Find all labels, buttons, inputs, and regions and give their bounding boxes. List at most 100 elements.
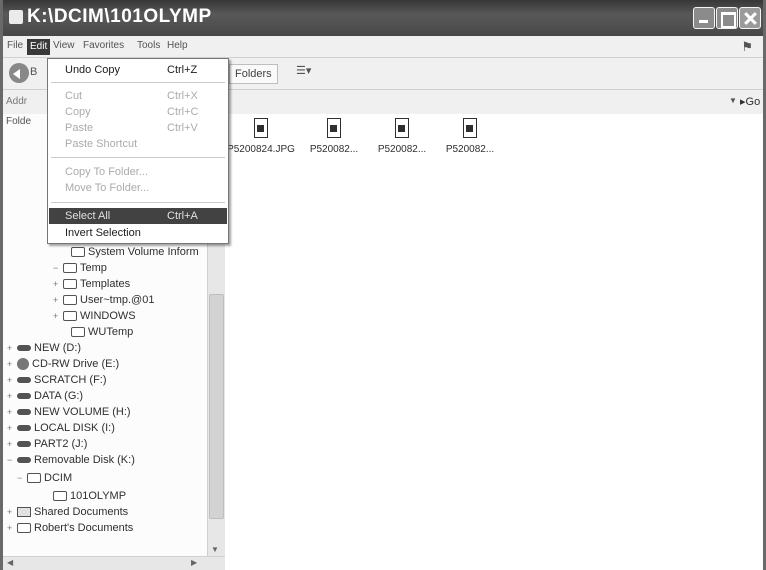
menu-help[interactable]: Help	[167, 40, 188, 51]
menu-item-cut[interactable]: Cut Ctrl+X	[49, 88, 227, 104]
views-button[interactable]: ☰▾	[296, 64, 330, 84]
tree-item[interactable]: + User~tmp.@01	[53, 294, 154, 310]
menu-tools[interactable]: Tools	[137, 40, 160, 51]
folder-icon	[53, 491, 67, 502]
scrollbar-thumb[interactable]	[209, 294, 224, 519]
back-button-label[interactable]: B	[30, 66, 37, 78]
folder-icon	[27, 473, 41, 484]
tree-expander-icon[interactable]: +	[7, 439, 17, 449]
file-name: P520082...	[445, 144, 495, 155]
tree-item-label: CD-RW Drive (E:)	[32, 358, 120, 370]
tree-item-label: SCRATCH (F:)	[34, 374, 107, 386]
tree-item[interactable]: + DATA (G:)	[7, 390, 83, 406]
file-item[interactable]: P5200824.JPG	[226, 118, 296, 156]
windows-flag-icon: ⚑	[741, 39, 753, 54]
tree-expander-icon[interactable]: +	[53, 279, 63, 289]
file-name: P520082...	[309, 144, 359, 155]
tree-item[interactable]: System Volume Inform	[61, 246, 199, 262]
tree-item[interactable]: + CD-RW Drive (E:)	[7, 358, 119, 374]
tree-item[interactable]: + NEW VOLUME (H:)	[7, 406, 131, 422]
window-title: K:\DCIM\101OLYMP	[27, 6, 212, 27]
menu-item-select-all[interactable]: Select All Ctrl+A	[49, 208, 227, 224]
back-arrow-icon[interactable]	[9, 63, 29, 83]
tree-item-label: Removable Disk (K:)	[34, 454, 135, 466]
tree-item[interactable]: + WINDOWS	[53, 310, 136, 326]
tree-expander-icon[interactable]: +	[7, 407, 17, 417]
tree-expander-icon[interactable]: +	[7, 359, 17, 369]
tree-item-label: NEW (D:)	[34, 342, 82, 354]
menu-item-label: Copy	[65, 106, 91, 118]
menu-item-copy-to-folder[interactable]: Copy To Folder...	[49, 164, 227, 180]
menu-favorites[interactable]: Favorites	[83, 40, 124, 51]
tree-item[interactable]: + Robert's Documents	[7, 522, 133, 538]
tree-expander-icon[interactable]: −	[53, 263, 63, 273]
tree-expander-icon[interactable]: +	[7, 523, 17, 533]
tree-item[interactable]: + Templates	[53, 278, 130, 294]
file-item[interactable]: P520082...	[367, 118, 437, 156]
folder-icon	[63, 263, 77, 274]
menu-edit[interactable]: Edit	[27, 39, 51, 55]
tree-expander-icon[interactable]: +	[7, 507, 17, 517]
tree-item[interactable]: + PART2 (J:)	[7, 438, 87, 454]
close-button[interactable]	[739, 7, 761, 29]
tree-item-label: Shared Documents	[34, 506, 129, 518]
folder-icon	[71, 327, 85, 338]
scroll-left-arrow-icon[interactable]: ◀	[7, 558, 13, 567]
tree-item[interactable]: + Shared Documents	[7, 506, 128, 522]
tree-item[interactable]: − Temp	[53, 262, 107, 278]
tree-item[interactable]: − DCIM	[17, 472, 72, 488]
edit-menu-dropdown: Undo Copy Ctrl+Z Cut Ctrl+X Copy Ctrl+C …	[47, 58, 229, 244]
scroll-right-arrow-icon[interactable]: ▶	[191, 558, 197, 567]
tree-expander-icon[interactable]: +	[53, 311, 63, 321]
drive-icon	[17, 441, 31, 448]
scroll-down-arrow-icon[interactable]: ▼	[211, 545, 219, 554]
title-bar[interactable]: K:\DCIM\101OLYMP	[3, 0, 763, 36]
drive-icon	[17, 409, 31, 416]
menu-item-undo-copy[interactable]: Undo Copy Ctrl+Z	[49, 62, 227, 78]
tree-item[interactable]: + SCRATCH (F:)	[7, 374, 107, 390]
menu-file[interactable]: File	[7, 40, 23, 51]
tree-expander-icon[interactable]: +	[7, 343, 17, 353]
tree-item-label: DATA (G:)	[34, 390, 84, 402]
tree-item[interactable]: − Removable Disk (K:)	[7, 454, 135, 470]
image-file-icon	[254, 118, 268, 138]
drive-icon	[17, 345, 31, 352]
menu-bar: File Edit View Favorites Tools Help ⚑	[3, 36, 763, 58]
menu-item-label: Paste Shortcut	[65, 138, 138, 150]
menu-item-shortcut: Ctrl+C	[167, 106, 199, 118]
image-file-icon	[327, 118, 341, 138]
horizontal-scrollbar[interactable]: ◀ ▶	[3, 556, 225, 570]
menu-item-paste-shortcut[interactable]: Paste Shortcut	[49, 136, 227, 152]
drive-icon	[17, 425, 31, 432]
tree-item[interactable]: WUTemp	[61, 326, 133, 342]
tree-expander-icon[interactable]: +	[53, 295, 63, 305]
menu-item-invert-selection[interactable]: Invert Selection	[49, 225, 227, 241]
tree-item[interactable]: + LOCAL DISK (I:)	[7, 422, 115, 438]
menu-item-paste[interactable]: Paste Ctrl+V	[49, 120, 227, 136]
go-button[interactable]: ▸Go	[740, 95, 760, 108]
file-item[interactable]: P520082...	[299, 118, 369, 156]
menu-item-copy[interactable]: Copy Ctrl+C	[49, 104, 227, 120]
address-label: Addr	[6, 96, 28, 107]
minimize-button[interactable]	[693, 7, 715, 29]
tree-expander-icon[interactable]: −	[17, 473, 27, 483]
tree-expander-icon[interactable]: +	[7, 375, 17, 385]
tree-item-label: LOCAL DISK (I:)	[34, 422, 115, 434]
maximize-button[interactable]	[716, 7, 738, 29]
menu-item-shortcut: Ctrl+V	[167, 122, 198, 134]
folders-pane-label: Folde	[6, 116, 32, 127]
tree-item[interactable]: + NEW (D:)	[7, 342, 81, 358]
tree-item-label: Robert's Documents	[34, 522, 134, 534]
menu-item-move-to-folder[interactable]: Move To Folder...	[49, 180, 227, 196]
menu-item-label: Cut	[65, 90, 83, 102]
tree-expander-icon[interactable]: +	[7, 423, 17, 433]
tree-item-label: DCIM	[44, 472, 73, 484]
menu-view[interactable]: View	[53, 40, 75, 51]
address-dropdown-icon[interactable]: ▼	[729, 96, 737, 105]
menu-item-label: Undo Copy	[65, 64, 121, 76]
tree-expander-icon[interactable]: −	[7, 455, 17, 465]
file-item[interactable]: P520082...	[435, 118, 505, 156]
tree-item[interactable]: 101OLYMP	[43, 490, 126, 506]
folders-button[interactable]: Folders	[229, 64, 278, 84]
tree-expander-icon[interactable]: +	[7, 391, 17, 401]
